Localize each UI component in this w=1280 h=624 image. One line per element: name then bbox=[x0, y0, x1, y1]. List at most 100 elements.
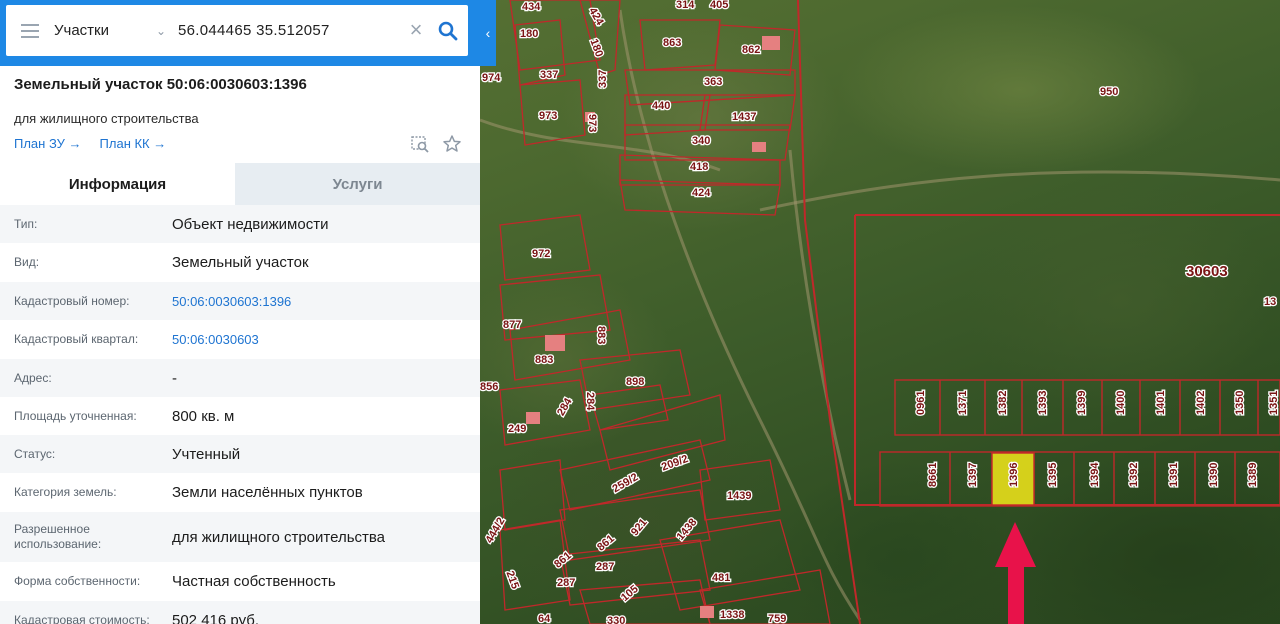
svg-text:1400: 1400 bbox=[1115, 391, 1127, 415]
svg-text:863: 863 bbox=[663, 37, 681, 49]
parcel-labels: 434 424 314 405 180 180 863 862 974 337 … bbox=[479, 0, 1280, 624]
table-row: Категория земель: Земли населённых пункт… bbox=[0, 473, 480, 512]
svg-text:418: 418 bbox=[690, 161, 708, 173]
svg-text:1394: 1394 bbox=[1089, 462, 1101, 487]
svg-text:340: 340 bbox=[692, 135, 710, 147]
plan-kk-link[interactable]: План КК → bbox=[100, 136, 167, 151]
svg-text:363: 363 bbox=[704, 76, 722, 88]
info-panel: Участки ⌄ 56.044465 35.512057 × Земельны… bbox=[0, 0, 480, 624]
cadastral-quarter-boundary bbox=[797, 0, 1280, 624]
svg-text:1371: 1371 bbox=[957, 391, 969, 415]
svg-text:862: 862 bbox=[742, 44, 760, 56]
svg-text:314: 314 bbox=[676, 0, 695, 11]
map-paths bbox=[479, 9, 1280, 621]
svg-text:424: 424 bbox=[692, 187, 711, 199]
table-row: Кадастровый квартал: 50:06:0030603 bbox=[0, 320, 480, 359]
svg-text:405: 405 bbox=[710, 0, 728, 11]
svg-text:424: 424 bbox=[586, 6, 606, 29]
search-icon[interactable] bbox=[428, 5, 468, 56]
row-value: Земли населённых пунктов bbox=[172, 484, 363, 501]
burger-menu-icon[interactable] bbox=[6, 5, 54, 56]
tab-services[interactable]: Услуги bbox=[235, 163, 480, 205]
svg-text:64: 64 bbox=[538, 613, 551, 624]
svg-text:898: 898 bbox=[626, 376, 644, 388]
row-value: 800 кв. м bbox=[172, 407, 235, 425]
svg-text:1396: 1396 bbox=[1008, 463, 1020, 487]
layer-select-label: Участки bbox=[54, 22, 109, 39]
plan-zu-link[interactable]: План ЗУ → bbox=[14, 136, 82, 151]
svg-text:1393: 1393 bbox=[1037, 391, 1049, 415]
object-title: Земельный участок 50:06:0030603:1396 bbox=[14, 76, 307, 93]
pointer-arrow-icon bbox=[995, 522, 1036, 624]
close-icon[interactable]: × bbox=[404, 18, 428, 43]
svg-text:444/2: 444/2 bbox=[483, 516, 507, 546]
svg-text:287: 287 bbox=[596, 561, 614, 573]
chevron-left-icon[interactable]: ‹ bbox=[480, 0, 496, 66]
svg-text:877: 877 bbox=[503, 319, 521, 331]
svg-text:973: 973 bbox=[586, 114, 598, 132]
svg-text:1350: 1350 bbox=[1234, 391, 1246, 415]
row-label: Кадастровая стоимость: bbox=[14, 612, 150, 624]
svg-text:434: 434 bbox=[522, 1, 541, 13]
svg-text:1395: 1395 bbox=[1047, 463, 1059, 487]
tab-bar: Информация Услуги bbox=[0, 163, 480, 205]
row-label: Форма собственности: bbox=[14, 574, 141, 588]
svg-text:1392: 1392 bbox=[1128, 463, 1140, 487]
cadastral-number-link[interactable]: 50:06:0030603:1396 bbox=[172, 294, 480, 309]
svg-text:481: 481 bbox=[712, 572, 730, 584]
svg-text:1397: 1397 bbox=[967, 463, 979, 487]
search-bar: Участки ⌄ 56.044465 35.512057 × bbox=[0, 0, 480, 66]
properties-table: Тип: Объект недвижимости Вид: Земельный … bbox=[0, 205, 480, 624]
svg-text:759: 759 bbox=[768, 613, 786, 624]
svg-text:1401: 1401 bbox=[1155, 391, 1167, 415]
svg-text:1389: 1389 bbox=[1247, 463, 1259, 487]
row-value: 502 416 руб. bbox=[172, 611, 259, 624]
layer-select[interactable]: Участки ⌄ bbox=[54, 5, 170, 56]
svg-text:921: 921 bbox=[629, 516, 650, 538]
row-value: для жилищного строительства bbox=[172, 528, 386, 546]
svg-text:287: 287 bbox=[557, 577, 575, 589]
svg-text:1391: 1391 bbox=[1168, 463, 1180, 487]
svg-text:8661: 8661 bbox=[927, 463, 939, 487]
chevron-down-icon: ⌄ bbox=[155, 23, 166, 38]
row-value: Учтенный bbox=[172, 445, 241, 463]
table-row: Площадь уточненная: 800 кв. м bbox=[0, 397, 480, 435]
svg-text:440: 440 bbox=[652, 100, 670, 112]
star-icon[interactable] bbox=[442, 134, 462, 159]
svg-text:259/2: 259/2 bbox=[611, 471, 641, 495]
tab-info[interactable]: Информация bbox=[0, 163, 235, 205]
search-box[interactable]: Участки ⌄ 56.044465 35.512057 × bbox=[6, 5, 468, 56]
table-row: Адрес: - bbox=[0, 359, 480, 397]
table-row: Статус: Учтенный bbox=[0, 435, 480, 473]
svg-text:30603: 30603 bbox=[1186, 263, 1228, 280]
svg-text:861: 861 bbox=[552, 550, 574, 571]
svg-text:950: 950 bbox=[1100, 86, 1118, 98]
svg-text:1438: 1438 bbox=[675, 516, 700, 542]
svg-text:1351: 1351 bbox=[1268, 391, 1280, 415]
row-label: Разрешенное использование: bbox=[14, 522, 102, 551]
zoom-to-object-icon[interactable] bbox=[410, 134, 430, 159]
row-value: Земельный участок bbox=[172, 254, 309, 271]
table-row: Разрешенное использование: для жилищного… bbox=[0, 512, 480, 562]
village-parcels[interactable] bbox=[499, 0, 831, 624]
table-row: Тип: Объект недвижимости bbox=[0, 205, 480, 243]
svg-text:1437: 1437 bbox=[732, 111, 756, 123]
row-label: Статус: bbox=[14, 446, 56, 461]
svg-text:215: 215 bbox=[503, 569, 521, 590]
svg-text:0961: 0961 bbox=[915, 391, 927, 415]
svg-text:180: 180 bbox=[587, 37, 605, 58]
table-row: Кадастровый номер: 50:06:0030603:1396 bbox=[0, 282, 480, 320]
table-row: Вид: Земельный участок bbox=[0, 243, 480, 282]
svg-text:1338: 1338 bbox=[720, 609, 744, 621]
svg-text:1382: 1382 bbox=[997, 391, 1009, 415]
svg-text:1402: 1402 bbox=[1195, 391, 1207, 415]
svg-text:330: 330 bbox=[607, 615, 625, 624]
svg-text:13: 13 bbox=[1264, 296, 1276, 308]
row-value: - bbox=[172, 369, 177, 387]
cadastral-quarter-link[interactable]: 50:06:0030603 bbox=[172, 332, 480, 347]
row-label: Тип: bbox=[14, 216, 38, 231]
row-label: Вид: bbox=[14, 255, 40, 269]
row-label: Кадастровый номер: bbox=[14, 293, 130, 308]
svg-text:972: 972 bbox=[532, 248, 550, 260]
search-input[interactable]: 56.044465 35.512057 bbox=[170, 22, 404, 39]
